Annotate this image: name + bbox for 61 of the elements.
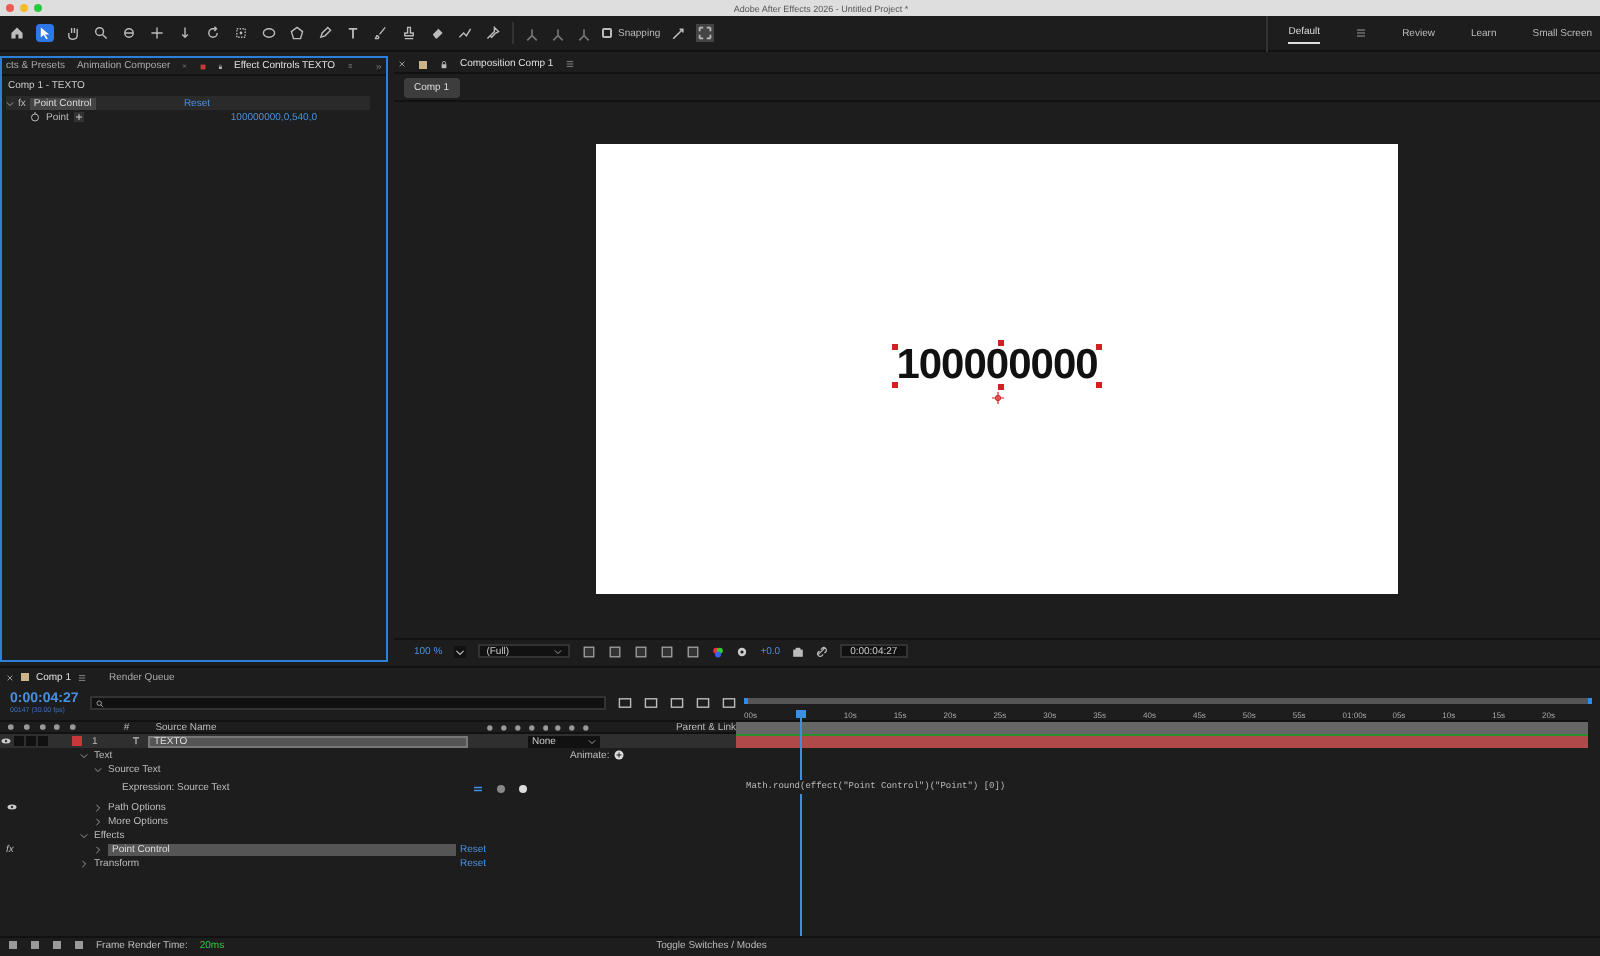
search-field[interactable]: [90, 696, 606, 710]
twirl-caret-icon[interactable]: [80, 831, 88, 839]
anchor-point-icon[interactable]: [232, 24, 250, 42]
snapping-checkbox[interactable]: [602, 28, 612, 38]
anchor-point-icon[interactable]: [991, 392, 1003, 404]
link-icon[interactable]: [816, 645, 829, 657]
add-icon[interactable]: [613, 750, 624, 760]
shape-icon[interactable]: [288, 24, 306, 42]
dropdown-caret-icon[interactable]: [454, 645, 467, 657]
puppet-pin-icon[interactable]: [484, 24, 502, 42]
stopwatch-icon[interactable]: [30, 112, 40, 122]
dolly-icon[interactable]: [176, 24, 194, 42]
selection-handle[interactable]: [1095, 382, 1102, 388]
selection-handle[interactable]: [892, 344, 899, 350]
type-icon[interactable]: [344, 24, 362, 42]
menu-icon[interactable]: [1356, 28, 1367, 38]
caret-icon: [588, 737, 596, 745]
search-icon[interactable]: [92, 24, 110, 42]
selection-handle[interactable]: [997, 384, 1003, 390]
rotate-icon[interactable]: [204, 24, 222, 42]
menu-icon[interactable]: [565, 60, 574, 68]
twirl-caret-icon[interactable]: [94, 765, 102, 773]
camera-icon[interactable]: [792, 645, 805, 657]
selection-handle[interactable]: [997, 340, 1003, 346]
close-icon[interactable]: [398, 60, 406, 68]
color-channels-icon[interactable]: [712, 645, 725, 657]
overflow-icon[interactable]: [376, 61, 383, 71]
stamp-icon[interactable]: [400, 24, 418, 42]
selection-handle[interactable]: [892, 382, 899, 388]
brush-icon[interactable]: [372, 24, 390, 42]
snap-edges-icon[interactable]: [670, 25, 687, 41]
axis-view-icon[interactable]: [576, 25, 592, 41]
selection-handle[interactable]: [1095, 344, 1102, 350]
twirl-caret-icon[interactable]: [6, 99, 14, 107]
twirl-caret-icon[interactable]: [94, 803, 102, 811]
eraser-icon[interactable]: [428, 24, 446, 42]
twirl-caret-icon[interactable]: [94, 817, 102, 825]
pen-icon[interactable]: [316, 24, 334, 42]
caret-icon: [554, 647, 563, 655]
menu-icon[interactable]: [77, 673, 86, 681]
ellipse-icon[interactable]: [260, 24, 278, 42]
roto-brush-icon[interactable]: [456, 24, 474, 42]
canvas-text[interactable]: 100000000: [896, 344, 1098, 388]
snap-grid-icon[interactable]: [696, 24, 715, 42]
text-layer-icon: [132, 736, 140, 746]
hand-icon[interactable]: [64, 24, 82, 42]
twirl-caret-icon[interactable]: [94, 845, 102, 853]
crosshair-icon[interactable]: [74, 112, 85, 122]
home-icon[interactable]: [8, 24, 26, 42]
pointer-icon[interactable]: [36, 24, 54, 42]
gear-icon[interactable]: [736, 645, 749, 657]
axis-local-icon[interactable]: [524, 25, 540, 41]
axis-world-icon[interactable]: [550, 25, 566, 41]
search-icon: [96, 699, 105, 707]
twirl-caret-icon[interactable]: [80, 751, 88, 759]
label-swatch[interactable]: [72, 736, 82, 746]
close-icon[interactable]: [6, 673, 14, 681]
orbit-icon[interactable]: [120, 24, 138, 42]
equals-icon[interactable]: [472, 783, 484, 793]
twirl-caret-icon[interactable]: [80, 859, 88, 867]
move-icon[interactable]: [148, 24, 166, 42]
